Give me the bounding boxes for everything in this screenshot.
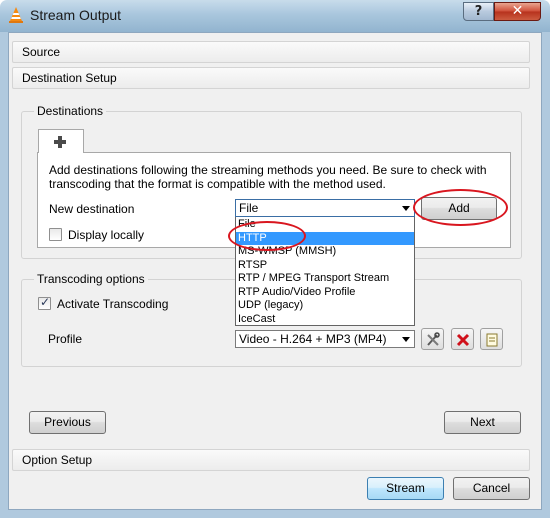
add-destination-button[interactable]: Add xyxy=(421,197,497,220)
dropdown-option-rtp-avp[interactable]: RTP Audio/Video Profile xyxy=(236,286,414,299)
help-button[interactable]: ? xyxy=(463,2,494,21)
title-bar[interactable]: Stream Output ? ✕ xyxy=(0,0,550,32)
destination-dropdown-list[interactable]: File HTTP MS-WMSP (MMSH) RTSP RTP / MPEG… xyxy=(235,216,415,326)
close-button[interactable]: ✕ xyxy=(494,2,541,21)
dropdown-option-http[interactable]: HTTP xyxy=(236,232,414,245)
cancel-button[interactable]: Cancel xyxy=(453,477,530,500)
dropdown-option-rtsp[interactable]: RTSP xyxy=(236,259,414,272)
previous-button[interactable]: Previous xyxy=(29,411,106,434)
profile-value: Video - H.264 + MP3 (MP4) xyxy=(239,332,387,346)
dropdown-option-udp[interactable]: UDP (legacy) xyxy=(236,299,414,312)
display-locally-label: Display locally xyxy=(68,228,145,242)
display-locally-checkbox[interactable] xyxy=(49,228,62,241)
source-section-header[interactable]: Source xyxy=(12,41,530,63)
edit-profile-icon xyxy=(427,332,440,346)
new-profile-button[interactable] xyxy=(480,328,503,350)
chevron-down-icon xyxy=(402,337,410,342)
chevron-down-icon xyxy=(402,206,410,211)
destination-description-line2: transcoding that the format is compatibl… xyxy=(49,177,386,191)
option-setup-section-header[interactable]: Option Setup xyxy=(12,449,530,471)
checkmark-icon: ✓ xyxy=(40,295,51,309)
window-title: Stream Output xyxy=(30,7,122,23)
destinations-group-title: Destinations xyxy=(34,104,107,118)
edit-profile-button[interactable] xyxy=(421,328,444,350)
destination-setup-section-header[interactable]: Destination Setup xyxy=(12,67,530,89)
vlc-cone-icon xyxy=(9,7,23,23)
activate-transcoding-label: Activate Transcoding xyxy=(57,297,169,311)
transcoding-group-title: Transcoding options xyxy=(34,272,148,286)
delete-profile-button[interactable] xyxy=(451,328,474,350)
stream-button[interactable]: Stream xyxy=(367,477,444,500)
dropdown-option-file[interactable]: File xyxy=(236,218,414,231)
profile-label: Profile xyxy=(48,332,83,346)
new-destination-select[interactable]: File xyxy=(235,199,415,217)
plus-icon xyxy=(54,136,66,148)
dropdown-option-rtp-ts[interactable]: RTP / MPEG Transport Stream xyxy=(236,272,414,285)
dropdown-option-icecast[interactable]: IceCast xyxy=(236,313,414,326)
delete-profile-icon xyxy=(456,333,470,347)
new-destination-value: File xyxy=(239,201,259,215)
next-button[interactable]: Next xyxy=(444,411,521,434)
dropdown-option-mmsh[interactable]: MS-WMSP (MMSH) xyxy=(236,245,414,258)
tab-add-destination[interactable] xyxy=(38,129,84,153)
new-profile-icon xyxy=(486,333,498,347)
activate-transcoding-checkbox[interactable]: ✓ xyxy=(38,295,51,310)
destination-description-line1: Add destinations following the streaming… xyxy=(49,163,487,177)
new-destination-label: New destination xyxy=(49,202,135,216)
profile-select[interactable]: Video - H.264 + MP3 (MP4) xyxy=(235,330,415,348)
